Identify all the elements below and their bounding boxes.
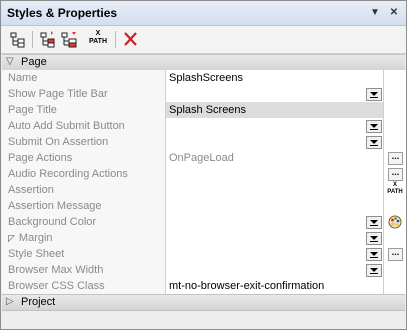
dropdown-arrow-icon[interactable] [366, 120, 382, 133]
group-page[interactable]: ▽ Page [2, 54, 405, 71]
property-value-input[interactable]: Splash Screens [166, 102, 386, 118]
xpath-button-icon[interactable]: X PATH [386, 182, 404, 198]
property-extra-cell [383, 278, 406, 294]
expand-triangle-icon[interactable]: ▷ [6, 296, 14, 307]
property-extra-cell [383, 230, 406, 246]
property-extra-cell: X PATH [383, 182, 406, 198]
property-extra-cell: ... [383, 246, 406, 262]
property-label: Browser CSS Class [2, 278, 166, 294]
add-style-icon[interactable] [37, 30, 59, 49]
property-row-submit-on-assertion[interactable]: Submit On Assertion [2, 134, 406, 151]
dropdown-arrow-icon[interactable] [366, 136, 382, 149]
dropdown-arrow-icon[interactable] [366, 216, 382, 229]
property-label: Page Title [2, 102, 166, 118]
toolbar: X PATH [1, 26, 406, 54]
pin-dropdown-icon[interactable]: ▼ [367, 6, 383, 20]
property-value-select[interactable] [166, 86, 386, 102]
ellipsis-button[interactable]: ... [388, 168, 403, 181]
property-label: Submit On Assertion [2, 134, 166, 150]
property-value-input[interactable] [166, 182, 386, 198]
property-value-select[interactable] [166, 134, 386, 150]
property-value-select[interactable] [166, 214, 386, 230]
property-row-browser-max-width[interactable]: Browser Max Width [2, 262, 406, 279]
property-row-assertion-message[interactable]: Assertion Message [2, 198, 406, 215]
property-label-text: Margin [18, 232, 53, 244]
property-extra-cell: ... [383, 150, 406, 166]
property-value-select[interactable] [166, 262, 386, 278]
property-value-select[interactable] [166, 118, 386, 134]
property-label: Name [2, 70, 166, 86]
property-row-browser-css-class[interactable]: Browser CSS Class mt-no-browser-exit-con… [2, 278, 406, 295]
panel-title: Styles & Properties [7, 6, 118, 20]
delete-icon[interactable] [120, 30, 142, 49]
property-row-background-color[interactable]: Background Color [2, 214, 406, 231]
property-value-select[interactable] [166, 230, 386, 246]
property-label: Browser Max Width [2, 262, 166, 278]
property-label: Assertion [2, 182, 166, 198]
property-extra-cell: ... [383, 166, 406, 182]
property-label: Style Sheet [2, 246, 166, 262]
group-label: Project [21, 296, 56, 308]
property-row-name[interactable]: Name SplashScreens [2, 70, 406, 87]
property-extra-cell [383, 134, 406, 150]
property-label: ◸ Margin [2, 230, 166, 246]
property-extra-cell [383, 102, 406, 118]
property-label: Show Page Title Bar [2, 86, 166, 102]
property-label: Audio Recording Actions [2, 166, 166, 182]
group-label: Page [21, 56, 47, 68]
ellipsis-button[interactable]: ... [388, 152, 403, 165]
dropdown-arrow-icon[interactable] [366, 88, 382, 101]
property-label: Background Color [2, 214, 166, 230]
close-icon[interactable]: ✕ [386, 6, 402, 20]
property-extra-cell [383, 118, 406, 134]
property-value-input[interactable] [166, 198, 386, 214]
expand-triangle-icon[interactable]: ◸ [8, 233, 15, 243]
property-row-margin[interactable]: ◸ Margin [2, 230, 406, 247]
styles-properties-panel: Styles & Properties ▼ ✕ X PATH ▽ Page Na… [0, 0, 407, 330]
property-extra-cell [383, 86, 406, 102]
property-extra-cell [383, 198, 406, 214]
property-value-input[interactable]: mt-no-browser-exit-confirmation [166, 278, 386, 294]
toolbar-separator [32, 31, 33, 48]
add-style-alt-icon[interactable] [59, 30, 81, 49]
group-project[interactable]: ▷ Project [2, 294, 405, 311]
property-label: Page Actions [2, 150, 166, 166]
property-label: Auto Add Submit Button [2, 118, 166, 134]
property-row-style-sheet[interactable]: Style Sheet ... [2, 246, 406, 263]
property-row-assertion[interactable]: Assertion X PATH [2, 182, 406, 199]
property-extra-cell [383, 70, 406, 86]
panel-titlebar: Styles & Properties ▼ ✕ [1, 1, 406, 26]
ellipsis-button[interactable]: ... [388, 248, 403, 261]
property-row-auto-add-submit-button[interactable]: Auto Add Submit Button [2, 118, 406, 135]
property-row-show-page-title-bar[interactable]: Show Page Title Bar [2, 86, 406, 103]
xpath-icon[interactable]: X PATH [87, 30, 109, 49]
property-extra-cell [383, 214, 406, 230]
property-value-input[interactable]: OnPageLoad [166, 150, 386, 166]
dropdown-arrow-icon[interactable] [366, 232, 382, 245]
property-row-page-actions[interactable]: Page Actions OnPageLoad ... [2, 150, 406, 167]
property-label: Assertion Message [2, 198, 166, 214]
property-row-audio-recording-actions[interactable]: Audio Recording Actions ... [2, 166, 406, 183]
property-extra-cell [383, 262, 406, 278]
color-palette-icon[interactable] [388, 215, 402, 229]
property-value-select[interactable] [166, 246, 386, 262]
dropdown-arrow-icon[interactable] [366, 248, 382, 261]
tree-view-icon[interactable] [7, 30, 29, 49]
property-value-input[interactable] [166, 166, 386, 182]
property-row-page-title[interactable]: Page Title Splash Screens [2, 102, 406, 119]
dropdown-arrow-icon[interactable] [366, 264, 382, 277]
collapse-triangle-icon[interactable]: ▽ [6, 56, 14, 67]
toolbar-separator [115, 31, 116, 48]
property-value-input[interactable]: SplashScreens [166, 70, 386, 86]
